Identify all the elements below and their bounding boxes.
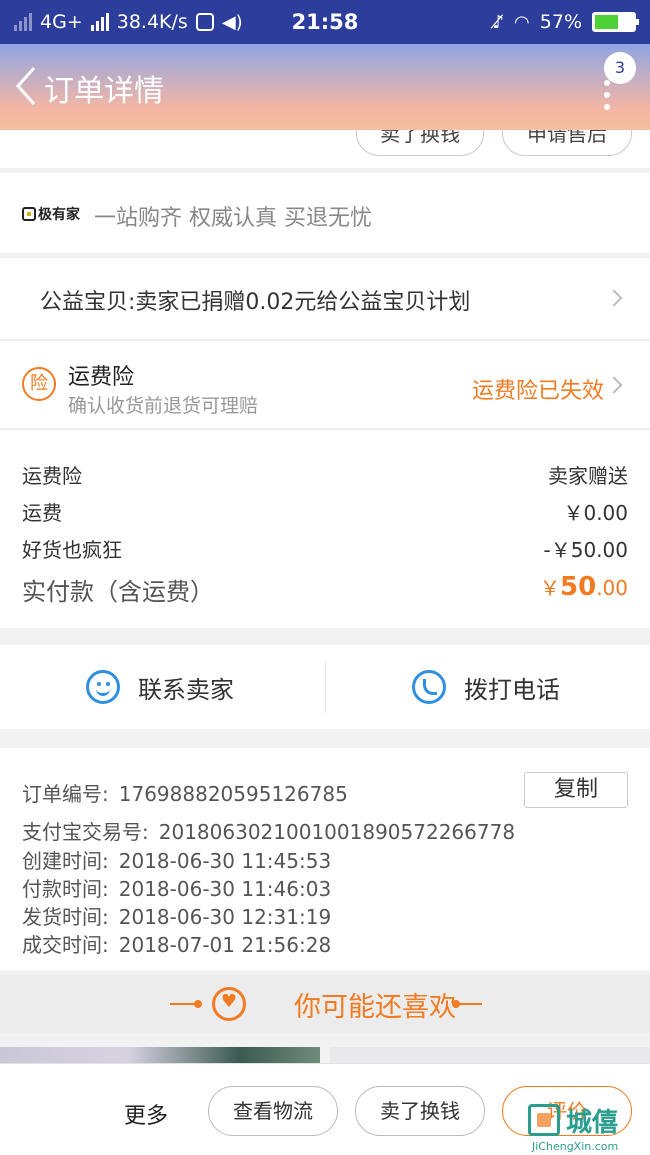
brand-banner[interactable]: 极有家 一站购齐 权威认真 买退无忧 bbox=[0, 173, 650, 253]
charity-text: 公益宝贝:卖家已捐赠0.02元给公益宝贝计划 bbox=[40, 290, 471, 315]
wifi-icon: ◠ bbox=[514, 11, 530, 33]
battery-icon bbox=[592, 12, 639, 32]
fee-row: 运费险 卖家赠送 bbox=[22, 460, 628, 489]
fee-value: -￥50.00 bbox=[543, 538, 628, 562]
chevron-right-icon bbox=[605, 376, 623, 394]
battery-percent: 57% bbox=[539, 11, 582, 33]
brand-logo: 极有家 bbox=[22, 204, 80, 224]
watermark-logo-icon bbox=[528, 1104, 560, 1136]
copy-button[interactable]: 复制 bbox=[524, 772, 628, 808]
watermark-url: JiChengXin.com bbox=[532, 1140, 619, 1153]
network-speed: 38.4K/s bbox=[116, 11, 188, 33]
chevron-right-icon bbox=[605, 289, 623, 307]
shipping-insurance-row[interactable]: 险 运费险 确认收货前退货可理赔 运费险已失效 bbox=[0, 340, 650, 428]
total-row: 实付款（含运费） ￥50.00 bbox=[22, 572, 628, 607]
divider bbox=[325, 661, 326, 713]
fee-value: 卖家赠送 bbox=[548, 464, 628, 488]
alipay-trade-row: 支付宝交易号: 2018063021001001890572266778 bbox=[22, 820, 516, 844]
fee-label: 好货也疯狂 bbox=[22, 538, 122, 562]
shipped-time-row: 发货时间: 2018-06-30 12:31:19 bbox=[22, 905, 332, 929]
charity-row[interactable]: 公益宝贝:卖家已捐赠0.02元给公益宝贝计划 bbox=[0, 257, 650, 339]
chat-icon bbox=[86, 670, 120, 704]
page-title: 订单详情 bbox=[44, 74, 164, 109]
action-strip: 卖了换钱 申请售后 bbox=[0, 130, 650, 168]
decor-line bbox=[456, 1003, 482, 1005]
sell-for-cash-button[interactable]: 卖了换钱 bbox=[355, 1086, 485, 1136]
contact-seller-label: 联系卖家 bbox=[138, 675, 234, 704]
total-amount: ￥50.00 bbox=[540, 572, 628, 602]
total-label: 实付款（含运费） bbox=[22, 578, 214, 606]
call-phone-button[interactable]: 拨打电话 bbox=[412, 645, 560, 729]
brand-logo-icon bbox=[22, 207, 36, 221]
order-number-row: 订单编号: 176988820595126785 bbox=[22, 782, 348, 806]
view-logistics-button[interactable]: 查看物流 bbox=[208, 1086, 338, 1136]
fee-label: 运费 bbox=[22, 501, 62, 525]
fee-row: 运费 ￥0.00 bbox=[22, 497, 628, 526]
insurance-status: 运费险已失效 bbox=[471, 379, 604, 404]
contact-bar: 联系卖家 拨打电话 bbox=[0, 645, 650, 729]
call-phone-label: 拨打电话 bbox=[464, 675, 560, 704]
phone-icon bbox=[412, 670, 446, 704]
contact-seller-button[interactable]: 联系卖家 bbox=[86, 645, 234, 729]
network-type: 4G+ bbox=[40, 11, 83, 33]
insurance-title: 运费险 bbox=[68, 365, 135, 390]
mute-bell-icon: ♪̸ bbox=[492, 11, 505, 33]
fee-label: 运费险 bbox=[22, 464, 82, 488]
signal-icon bbox=[14, 13, 32, 31]
order-info: 订单编号: 176988820595126785 复制 支付宝交易号: 201806… bbox=[0, 748, 650, 970]
watermark: 城僖 JiChengXin.com bbox=[528, 1100, 646, 1155]
more-button[interactable]: 更多 bbox=[124, 1098, 168, 1130]
insurance-subtitle: 确认收货前退货可理赔 bbox=[68, 395, 259, 417]
sell-for-cash-button-top[interactable]: 卖了换钱 bbox=[356, 130, 484, 156]
status-bar: 4G+ 38.4K/s ◀) 21:58 ♪̸ ◠ 57% bbox=[0, 0, 650, 44]
insurance-icon: 险 bbox=[22, 367, 56, 401]
more-menu-icon[interactable] bbox=[604, 80, 612, 114]
recommendation-title: 你可能还喜欢 bbox=[294, 992, 456, 1023]
recommendation-header: 你可能还喜欢 bbox=[0, 975, 650, 1033]
signal-strong-icon bbox=[90, 13, 109, 31]
brand-slogan: 一站购齐 权威认真 买退无忧 bbox=[94, 206, 372, 231]
fee-value: ￥0.00 bbox=[563, 501, 628, 525]
completed-time-row: 成交时间: 2018-07-01 21:56:28 bbox=[22, 933, 332, 957]
volume-icon: ◀) bbox=[221, 11, 243, 33]
paid-time-row: 付款时间: 2018-06-30 11:46:03 bbox=[22, 877, 332, 901]
app-notification-icon bbox=[195, 13, 214, 31]
back-arrow-icon[interactable] bbox=[12, 64, 42, 108]
watermark-text: 城僖 bbox=[566, 1108, 619, 1138]
created-time-row: 创建时间: 2018-06-30 11:45:53 bbox=[22, 849, 332, 873]
header: 订单详情 3 bbox=[0, 44, 650, 130]
after-sales-button[interactable]: 申请售后 bbox=[502, 130, 632, 156]
fee-summary: 运费险 卖家赠送 运费 ￥0.00 好货也疯狂 -￥50.00 实付款（含运费）… bbox=[0, 429, 650, 628]
fee-row: 好货也疯狂 -￥50.00 bbox=[22, 534, 628, 563]
